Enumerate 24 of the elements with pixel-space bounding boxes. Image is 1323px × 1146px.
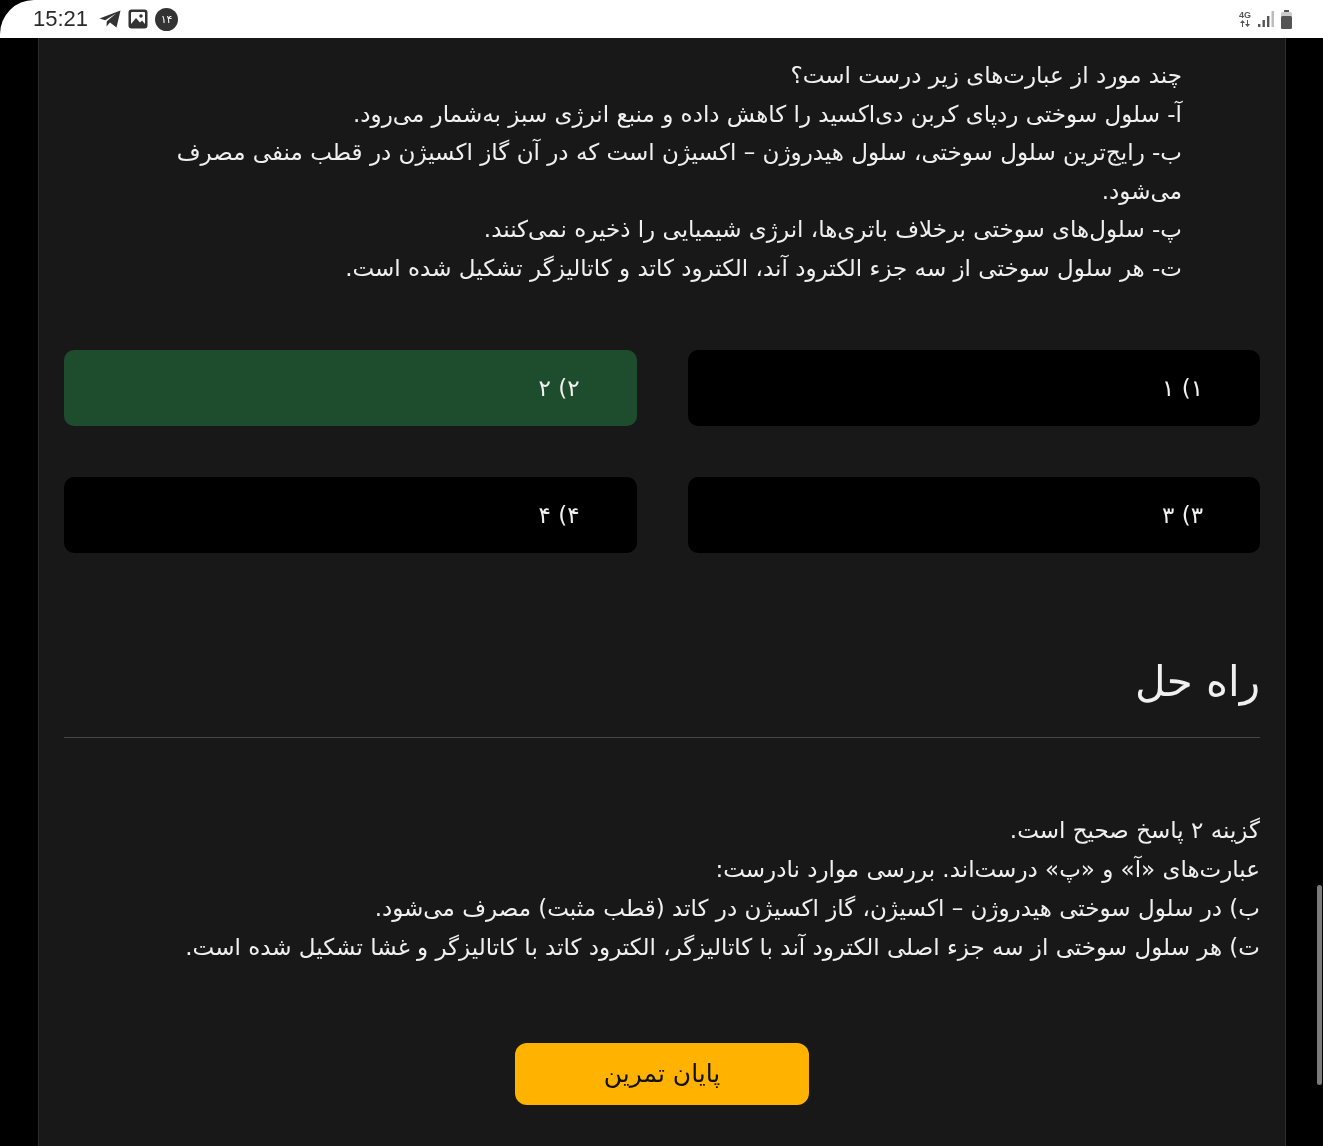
question-text: پ- سلول‌های سوختی برخلاف باتری‌ها، انرژی شیمیایی را ذخیره نمی‌کنند. [482, 215, 1182, 245]
question-text: ب- رایج‌ترین سلول سوختی، سلول هیدروژن – اکسیژن است که در آن گاز اکسیژن در قطب منفی مصرف می‌شود. [175, 137, 1182, 207]
network-type: 4G [1239, 11, 1251, 20]
solution-heading: راه حل [1133, 656, 1260, 707]
solution-text: ب) در سلول سوختی هیدروژن – اکسیژن، گاز اکسیژن در کاتد (قطب مثبت) مصرف می‌شود. [373, 893, 1260, 924]
clock-time: 15:21 [33, 6, 89, 32]
solution-text: عبارت‌های «آ» و «پ» درست‌اند. بررسی موارد نادرست: [714, 854, 1260, 885]
solution-text: گزینه ۲ پاسخ صحیح است. [1008, 815, 1260, 846]
data-arrows-icon [1240, 20, 1250, 27]
picture-icon [128, 9, 149, 29]
question-text: آ- سلول سوختی ردپای کربن دی‌اکسید را کاهش داده و منبع انرژی سبز به‌شمار می‌رود. [352, 99, 1182, 130]
question-text: ت- هر سلول سوختی از سه جزء الکترود آند، الکترود کاتد و کاتالیزگر تشکیل شده است. [344, 253, 1182, 284]
finish-button[interactable]: پایان تمرین [515, 1042, 809, 1105]
battery-icon [1281, 9, 1292, 29]
answer-option[interactable]: ۳) ۳ [687, 476, 1260, 553]
answer-option[interactable]: ۱) ۱ [687, 349, 1260, 426]
answer-option[interactable]: ۲) ۲ [64, 349, 637, 426]
scrollbar-thumb[interactable] [1317, 885, 1322, 1085]
signal-icon [1258, 11, 1274, 27]
answer-option[interactable]: ۴) ۴ [64, 476, 637, 553]
notification-badge: ۱۴ [155, 7, 179, 31]
solution-text: ت) هر سلول سوختی از سه جزء اصلی الکترود آند با کاتالیزگر، الکترود کاتد با کاتالیزگر و غشا تشکیل شده است. [184, 932, 1260, 963]
paper-plane-icon [99, 10, 122, 28]
question-text: چند مورد از عبارت‌های زیر درست است؟ [789, 61, 1182, 91]
